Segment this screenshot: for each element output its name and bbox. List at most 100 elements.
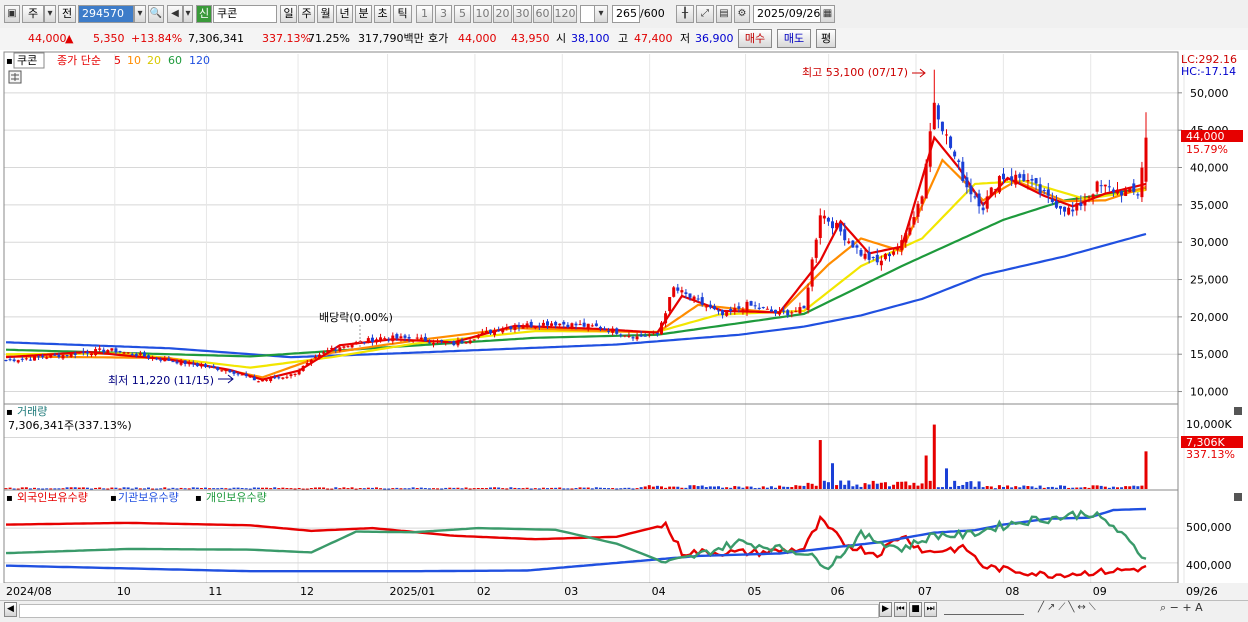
chart-type-icon[interactable]: ╂ <box>676 5 694 23</box>
custom-interval-dropdown-icon[interactable]: ▾ <box>594 5 608 23</box>
volume-bar <box>680 487 684 489</box>
interval-20-button[interactable]: 20 <box>493 5 512 23</box>
candle-body <box>114 348 118 353</box>
interval-10-button[interactable]: 10 <box>473 5 492 23</box>
interval-30-button[interactable]: 30 <box>513 5 532 23</box>
volume-bar <box>688 485 692 489</box>
speaker-dropdown-icon[interactable]: ▾ <box>183 5 193 23</box>
search-icon[interactable]: 🔍 <box>148 5 164 23</box>
zoom-slider[interactable] <box>944 606 1024 615</box>
candle-body <box>142 352 146 357</box>
period-month-button[interactable]: 월 <box>317 5 334 23</box>
candle-body <box>281 377 285 379</box>
window-icon[interactable]: ▣ <box>4 5 20 23</box>
speaker-icon[interactable]: ◀ <box>167 5 183 23</box>
candle-body <box>957 160 961 162</box>
zoom-tools-icon[interactable]: ⌕ − + A <box>1160 601 1203 615</box>
volume-bar <box>383 488 387 490</box>
volume-bar <box>379 488 383 490</box>
candle-body <box>309 359 313 364</box>
volume-bar <box>281 487 285 489</box>
calendar-icon[interactable]: ▦ <box>820 5 835 23</box>
scroll-track[interactable] <box>19 604 879 618</box>
volume-bar <box>1050 486 1054 489</box>
candle-body <box>717 310 720 312</box>
candle-body <box>391 335 395 342</box>
hoga-label: 호가 <box>428 32 449 45</box>
volume-bar <box>489 487 492 489</box>
period-year-button[interactable]: 년 <box>336 5 353 23</box>
save-icon[interactable]: ▤ <box>716 5 732 23</box>
mode-prev-button[interactable]: 전 <box>58 5 76 23</box>
volume-bar <box>432 488 435 490</box>
volume-bar <box>94 487 98 489</box>
volume-bar <box>957 485 961 489</box>
volume-bar <box>692 485 696 489</box>
period-week-button[interactable]: 주 <box>298 5 315 23</box>
volume-bar <box>65 487 69 489</box>
stop-icon[interactable]: ■ <box>909 602 922 617</box>
candle-body <box>741 309 745 311</box>
volume-bar <box>313 487 317 489</box>
code-dropdown-icon[interactable]: ▾ <box>134 5 146 23</box>
interval-5-button[interactable]: 5 <box>454 5 471 23</box>
stock-name-field[interactable]: 쿠콘 <box>213 5 277 23</box>
volume-bar <box>183 488 187 490</box>
volume-bar <box>305 488 309 490</box>
volume-bar <box>358 488 362 490</box>
dropdown-arrow-icon[interactable]: ▾ <box>44 5 56 23</box>
holder-close-icon[interactable] <box>1234 493 1242 501</box>
dividend-annotation: 배당락(0.00%) <box>319 311 393 324</box>
chart-area[interactable]: ▪ 쿠콘 종가 단순 5 10 20 60 120 최고 53,100 (07/… <box>0 50 1248 600</box>
candle-body <box>615 328 619 334</box>
buy-button[interactable]: 매수 <box>738 29 772 48</box>
gear-icon[interactable]: ⚙ <box>734 5 750 23</box>
stock-code-input[interactable]: 294570 <box>78 5 134 23</box>
volume-bar <box>1063 485 1067 489</box>
interval-120-button[interactable]: 120 <box>553 5 577 23</box>
drawing-tool-icon[interactable]: ⤢ <box>696 5 714 23</box>
candle-body <box>1095 181 1099 192</box>
eval-button[interactable]: 평 <box>816 29 836 48</box>
candle-body <box>289 374 293 377</box>
volume-bar <box>920 483 924 489</box>
interval-3-button[interactable]: 3 <box>435 5 452 23</box>
mode-day-button[interactable]: 주 <box>22 5 44 23</box>
sell-button[interactable]: 매도 <box>777 29 811 48</box>
candle-body <box>147 355 150 358</box>
volume-bar <box>1054 487 1058 489</box>
turnover-rate: 71.25% <box>308 32 350 45</box>
candle-body <box>106 349 110 354</box>
candle-body <box>598 326 602 329</box>
candle-body <box>37 356 41 358</box>
interval-60-button[interactable]: 60 <box>533 5 552 23</box>
volume-bar <box>354 488 358 490</box>
play-fwd-icon[interactable]: ⏭ <box>924 602 937 617</box>
volume-bar <box>932 424 936 489</box>
candle-body <box>379 337 383 341</box>
period-day-button[interactable]: 일 <box>280 5 297 23</box>
candle-body <box>497 330 501 332</box>
volume-bar <box>668 486 672 489</box>
scroll-right-icon[interactable]: ▶ <box>879 602 892 617</box>
count-input[interactable]: 265 <box>612 5 640 23</box>
period-second-button[interactable]: 초 <box>374 5 391 23</box>
play-back-icon[interactable]: ⏮ <box>894 602 907 617</box>
period-minute-button[interactable]: 분 <box>355 5 372 23</box>
candle-body <box>468 340 472 344</box>
date-input[interactable]: 2025/09/26 <box>753 5 821 23</box>
volume-bar <box>835 485 839 489</box>
candle-body <box>692 296 696 300</box>
candle-body <box>721 310 725 316</box>
volume-bar <box>753 488 757 490</box>
interval-1-button[interactable]: 1 <box>416 5 433 23</box>
volume-bar <box>155 488 159 490</box>
volume-bar <box>362 488 366 490</box>
period-tick-button[interactable]: 틱 <box>393 5 412 23</box>
drawing-tools-icon[interactable]: ╱↗⟋╲↔⟍ <box>1038 602 1128 617</box>
volume-bar <box>53 488 57 490</box>
date-axis-label: 12 <box>300 585 314 598</box>
scroll-left-icon[interactable]: ◀ <box>4 602 17 617</box>
volume-bar <box>1103 486 1107 489</box>
volume-close-icon[interactable] <box>1234 407 1242 415</box>
